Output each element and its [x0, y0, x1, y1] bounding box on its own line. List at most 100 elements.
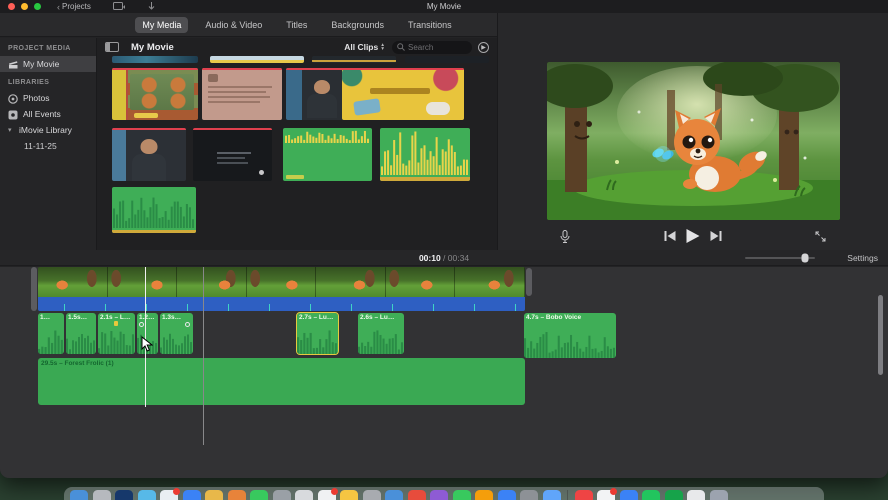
browser-title: My Movie	[131, 41, 174, 53]
media-thumbnail[interactable]	[312, 56, 396, 63]
dock-icon[interactable]	[160, 488, 180, 500]
dock-icon[interactable]	[642, 490, 660, 500]
previous-frame-button[interactable]	[664, 231, 676, 241]
browser-header: My Movie All Clips ▴▾ ▶	[97, 38, 497, 56]
clip-filter-dropdown[interactable]: All Clips ▴ ▾	[344, 42, 384, 52]
sidebar-item-photos[interactable]: Photos	[0, 90, 96, 106]
media-thumbnail[interactable]	[210, 56, 304, 63]
audio-clip-selected[interactable]: 2.7s – Lu…	[296, 312, 339, 355]
video-clip-filmstrip[interactable]	[38, 267, 525, 297]
media-thumbnail-audio-wave[interactable]	[112, 187, 196, 233]
close-window-button[interactable]	[8, 3, 15, 10]
chevron-left-icon: ‹	[57, 1, 60, 12]
sidebar-toggle-icon[interactable]	[105, 42, 119, 52]
beat-marker	[114, 321, 118, 326]
timeline-scrollbar[interactable]	[878, 295, 883, 375]
project-media-header: PROJECT MEDIA	[8, 45, 71, 52]
tab-my-media[interactable]: My Media	[135, 17, 189, 33]
timeline-settings-button[interactable]: Settings	[847, 253, 878, 263]
dock-icon[interactable]	[205, 490, 223, 500]
tab-audio-video[interactable]: Audio & Video	[198, 17, 269, 33]
sidebar-item-imovie-library[interactable]: ▾ iMovie Library	[0, 122, 96, 138]
play-button[interactable]	[686, 229, 700, 243]
dock-icon[interactable]	[115, 490, 133, 500]
media-thumbnail-screen-recording[interactable]	[193, 128, 272, 181]
dock-icon[interactable]	[475, 490, 493, 500]
audio-clip-label: 2.1s – L…	[100, 314, 131, 321]
media-thumbnail-audio-spikes[interactable]	[380, 128, 470, 181]
audio-clip[interactable]: 1.3s…	[160, 313, 193, 354]
timecode: 00:10 / 00:34	[419, 253, 469, 263]
dock-icon[interactable]	[137, 490, 156, 500]
audio-clip-bobo-voice[interactable]: 4.7s – Bobo Voice	[524, 313, 616, 358]
dock-icon[interactable]	[597, 488, 617, 500]
dock-icon[interactable]	[452, 490, 471, 500]
video-preview[interactable]	[547, 62, 840, 220]
fade-handle[interactable]	[185, 322, 190, 327]
projects-back-button[interactable]: ‹ Projects	[57, 2, 91, 12]
dock-icon[interactable]	[407, 490, 426, 500]
dock-icon[interactable]	[182, 490, 201, 500]
media-thumbnail-audio-yellow[interactable]	[283, 128, 372, 181]
dock-icon[interactable]	[430, 490, 448, 500]
dock-icon[interactable]	[619, 490, 638, 500]
media-thumbnail-fox-collage[interactable]	[112, 68, 198, 120]
dock-icon[interactable]	[709, 490, 728, 500]
music-clip-forest-frolic[interactable]: 29.5s – Forest Frolic (1)	[38, 358, 525, 405]
sidebar-item-label: My Movie	[23, 59, 60, 69]
clip-trim-handle-left[interactable]	[31, 267, 37, 311]
dock-icon[interactable]	[385, 490, 403, 500]
audio-clip[interactable]: 1…	[38, 313, 64, 354]
search-field[interactable]	[392, 40, 472, 54]
titlebar: ‹ Projects My Movie	[0, 0, 888, 13]
continuous-playback-icon[interactable]: ▶	[478, 41, 489, 53]
search-input[interactable]	[408, 42, 466, 52]
dock-icon[interactable]	[497, 490, 516, 500]
sidebar-item-my-movie[interactable]: My Movie	[0, 56, 96, 72]
dock-icon[interactable]	[250, 490, 268, 500]
download-arrow-icon[interactable]	[147, 2, 156, 11]
dock-icon[interactable]	[295, 490, 313, 500]
dock-icon[interactable]	[520, 490, 538, 500]
tab-backgrounds[interactable]: Backgrounds	[324, 17, 391, 33]
voiceover-mic-icon[interactable]	[560, 229, 570, 243]
timeline-zoom-slider[interactable]	[745, 253, 815, 263]
dock-icon[interactable]	[92, 490, 111, 500]
audio-clip[interactable]: 2.1s – L…	[98, 313, 135, 354]
zoom-window-button[interactable]	[34, 3, 41, 10]
audio-clip-label: 1…	[40, 314, 51, 321]
sidebar-item-event-11-11-25[interactable]: 11-11-25	[0, 138, 96, 154]
tab-transitions[interactable]: Transitions	[401, 17, 459, 33]
dock-icon[interactable]	[227, 490, 246, 500]
tab-titles[interactable]: Titles	[279, 17, 314, 33]
sidebar-item-all-events[interactable]: All Events	[0, 106, 96, 122]
fade-handle[interactable]	[139, 322, 144, 327]
import-media-icon[interactable]	[112, 2, 125, 11]
media-thumbnail-promo[interactable]	[342, 68, 464, 120]
media-thumbnail-document[interactable]	[202, 68, 282, 120]
clip-trim-handle-right[interactable]	[526, 268, 532, 296]
media-thumbnail[interactable]	[405, 56, 489, 63]
sidebar-item-label: Photos	[23, 93, 50, 103]
fullscreen-icon[interactable]	[815, 231, 826, 242]
video-clip-audio-strip[interactable]	[38, 297, 525, 311]
minimize-window-button[interactable]	[21, 3, 28, 10]
dock-icon[interactable]	[272, 490, 291, 500]
dock-icon[interactable]	[687, 490, 705, 500]
media-thumbnail-talking-head-2[interactable]	[112, 128, 186, 181]
dock-icon[interactable]	[340, 490, 358, 500]
dock-icon[interactable]	[542, 490, 561, 500]
dock-icon[interactable]	[317, 488, 338, 500]
sidebar-item-label: All Events	[23, 109, 61, 119]
audio-clip[interactable]: 2.6s – Lu…	[358, 313, 404, 354]
dock-icon[interactable]	[664, 490, 683, 500]
dock-icon[interactable]	[362, 490, 381, 500]
audio-clip[interactable]: 1.5s…	[66, 313, 96, 354]
next-frame-button[interactable]	[710, 231, 722, 241]
zoom-slider-knob[interactable]	[801, 253, 808, 263]
dock-icon[interactable]	[70, 490, 88, 500]
music-clip-label: 29.5s – Forest Frolic (1)	[41, 360, 114, 367]
disclosure-chevron-icon[interactable]: ▾	[8, 126, 14, 134]
media-thumbnail[interactable]	[112, 56, 198, 63]
dock-icon[interactable]	[574, 490, 593, 500]
